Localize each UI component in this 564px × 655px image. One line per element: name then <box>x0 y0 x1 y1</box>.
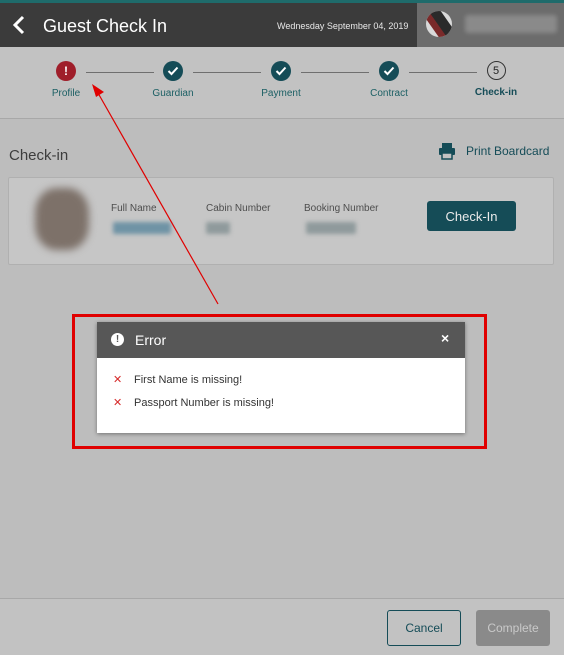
footer-bar: Cancel Complete <box>0 598 564 655</box>
complete-button[interactable]: Complete <box>476 610 550 646</box>
error-item: ✕ Passport Number is missing! <box>113 396 274 410</box>
alert-icon: ! <box>111 333 124 346</box>
error-x-icon: ✕ <box>113 397 123 409</box>
error-x-icon: ✕ <box>113 374 123 386</box>
error-message: First Name is missing! <box>134 373 243 386</box>
error-message: Passport Number is missing! <box>134 396 274 409</box>
close-icon[interactable]: × <box>441 330 449 346</box>
error-dialog: ! Error × ✕ First Name is missing! ✕ Pas… <box>97 322 465 433</box>
error-item: ✕ First Name is missing! <box>113 373 243 387</box>
dialog-title: Error <box>135 332 167 348</box>
cancel-button[interactable]: Cancel <box>387 610 461 646</box>
dialog-header: ! Error × <box>97 322 465 358</box>
